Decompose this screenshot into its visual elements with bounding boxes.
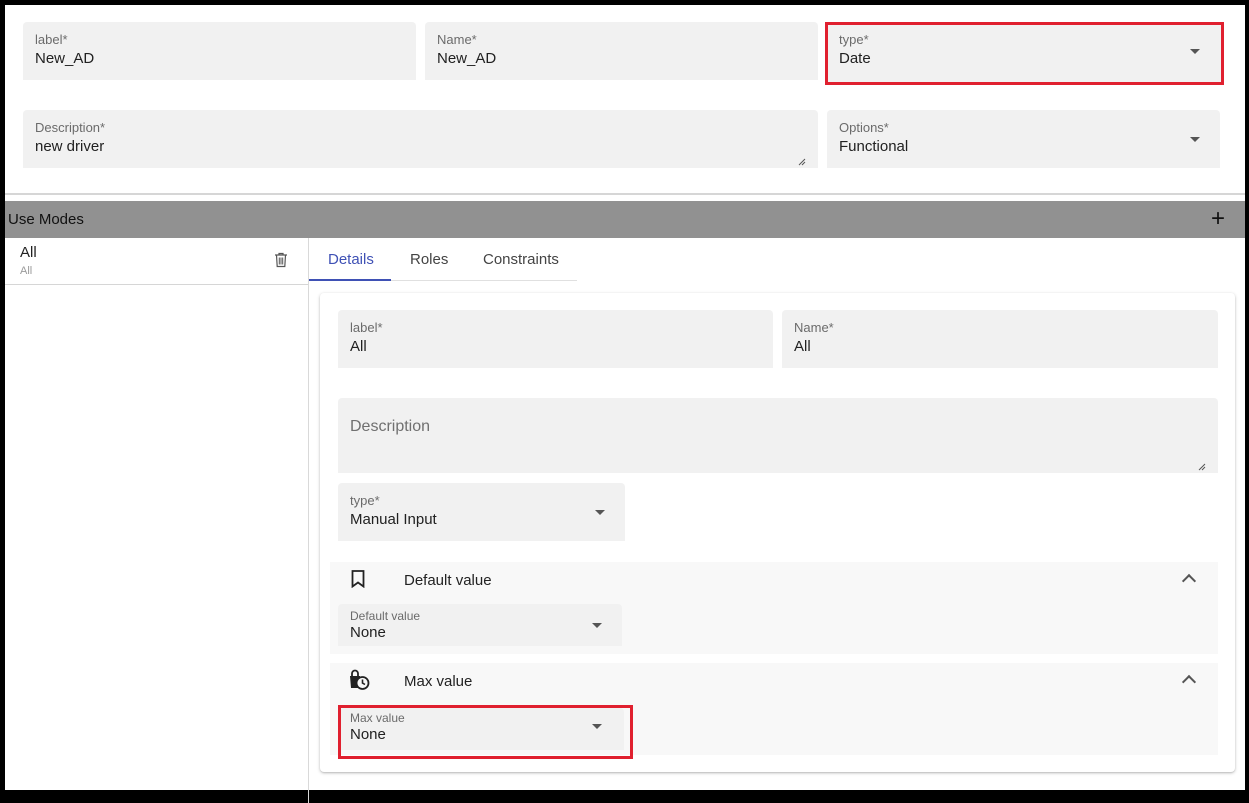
divider (5, 193, 1245, 195)
bag-clock-icon (350, 669, 370, 690)
default-value-select-label: Default value (350, 609, 421, 623)
detail-type-select-label: type* (350, 493, 380, 508)
list-item-title: All (20, 244, 37, 261)
tab-constraints[interactable]: Constraints (483, 251, 559, 268)
dropdown-arrow-icon (592, 623, 602, 628)
detail-description-field[interactable]: Description (338, 398, 1218, 473)
dropdown-arrow-icon (1190, 137, 1200, 142)
vertical-divider (308, 238, 309, 803)
options-select[interactable]: Options* Functional (827, 110, 1220, 168)
name-field-value: New_AD (437, 50, 497, 67)
label-field-value: New_AD (35, 50, 95, 67)
detail-label-field-label: label* (350, 320, 383, 335)
options-select-label: Options* (839, 120, 889, 135)
detail-type-select[interactable]: type* Manual Input (338, 483, 625, 541)
trash-icon[interactable] (274, 252, 288, 268)
default-value-select-value: None (350, 624, 386, 641)
detail-type-select-value: Manual Input (350, 511, 437, 528)
detail-name-field-value: All (794, 338, 811, 355)
detail-label-field-value: All (350, 338, 367, 355)
resize-handle-icon[interactable] (1198, 463, 1206, 471)
name-field-label: Name* (437, 32, 477, 47)
label-field-label: label* (35, 32, 68, 47)
divider (5, 284, 308, 285)
detail-name-field[interactable]: Name* All (782, 310, 1218, 368)
highlight-box (338, 705, 633, 759)
description-field[interactable]: Description* new driver (23, 110, 818, 168)
bookmark-icon (351, 570, 365, 588)
default-value-title: Default value (404, 572, 492, 589)
detail-name-field-label: Name* (794, 320, 834, 335)
detail-description-placeholder: Description (350, 418, 431, 435)
use-modes-header: Use Modes + (5, 201, 1245, 238)
highlight-box (825, 22, 1224, 85)
description-field-value: new driver (35, 138, 105, 155)
active-tab-indicator (309, 279, 391, 281)
name-field[interactable]: Name* New_AD (425, 22, 818, 80)
max-value-title: Max value (404, 673, 473, 690)
list-item-subtitle: All (20, 265, 33, 277)
tab-details[interactable]: Details (328, 251, 374, 268)
description-field-label: Description* (35, 120, 106, 135)
plus-icon[interactable]: + (1211, 204, 1225, 234)
label-field[interactable]: label* New_AD (23, 22, 416, 80)
detail-label-field[interactable]: label* All (338, 310, 773, 368)
default-value-select[interactable]: Default value None (338, 604, 622, 646)
options-select-value: Functional (839, 138, 909, 155)
resize-handle-icon[interactable] (798, 158, 806, 166)
use-modes-title: Use Modes (8, 211, 84, 228)
tab-roles[interactable]: Roles (410, 251, 448, 268)
dropdown-arrow-icon (595, 510, 605, 515)
